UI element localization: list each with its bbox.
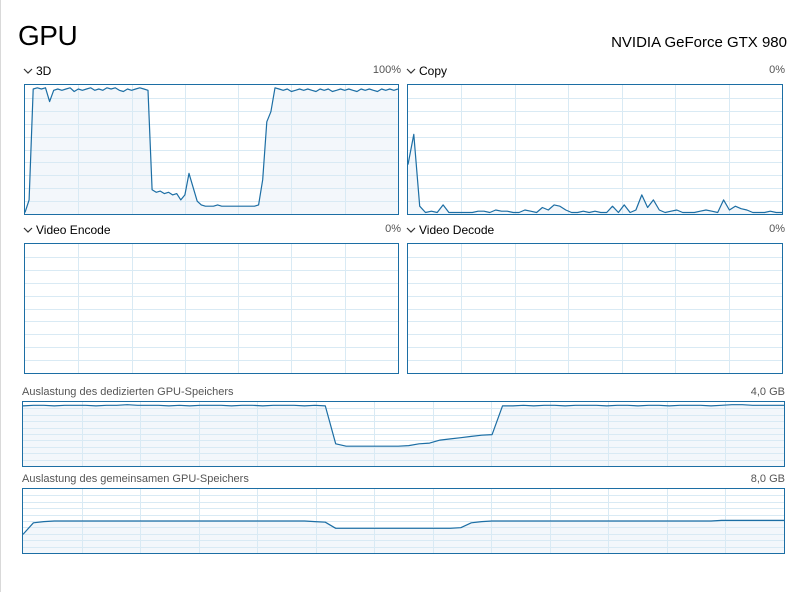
engine-video-decode-value: 0% (769, 223, 785, 235)
chevron-down-icon[interactable] (405, 65, 417, 77)
engine-3d-header: 3D 100% (22, 64, 401, 80)
engine-copy-graph (407, 84, 783, 215)
engine-video-decode-plot (408, 244, 782, 373)
dedicated-memory-plot (23, 402, 784, 466)
shared-memory-area (23, 520, 784, 553)
engine-video-encode-grid (25, 244, 398, 373)
engine-3d-plot (25, 85, 398, 214)
engine-video-decode-grid (408, 244, 782, 373)
engine-video-encode-plot (25, 244, 398, 373)
chevron-down-icon[interactable] (22, 224, 34, 236)
chevron-down-icon[interactable] (22, 65, 34, 77)
engine-3d-label[interactable]: 3D (36, 64, 51, 78)
engine-video-decode-label[interactable]: Video Decode (419, 223, 494, 237)
engine-video-decode-graph (407, 243, 783, 374)
engine-copy-label[interactable]: Copy (419, 64, 447, 78)
engine-copy-header: Copy 0% (405, 64, 785, 80)
dedicated-memory-label: Auslastung des dedizierten GPU-Speichers (22, 386, 234, 398)
engine-copy-grid (408, 85, 782, 214)
shared-memory-label: Auslastung des gemeinsamen GPU-Speichers (22, 473, 249, 485)
shared-memory-plot (23, 489, 784, 553)
engine-copy-series-line (408, 133, 782, 214)
engine-copy-area (408, 134, 782, 214)
shared-memory-header: Auslastung des gemeinsamen GPU-Speichers… (22, 473, 785, 487)
chevron-down-icon[interactable] (405, 224, 417, 236)
engine-video-encode-header: Video Encode 0% (22, 223, 401, 239)
shared-memory-graph (22, 488, 785, 554)
engine-video-encode-value: 0% (385, 223, 401, 235)
engine-video-encode-label[interactable]: Video Encode (36, 223, 111, 237)
dedicated-memory-graph (22, 401, 785, 467)
window-left-edge (0, 0, 1, 592)
dedicated-memory-area (23, 404, 784, 466)
engine-copy-value: 0% (769, 64, 785, 76)
dedicated-memory-header: Auslastung des dedizierten GPU-Speichers… (22, 386, 785, 400)
page-title: GPU (18, 20, 78, 51)
gpu-model-name: NVIDIA GeForce GTX 980 (611, 34, 787, 51)
engine-video-encode-graph (24, 243, 399, 374)
dedicated-memory-value: 4,0 GB (750, 386, 785, 398)
shared-memory-value: 8,0 GB (750, 473, 785, 485)
engine-3d-value: 100% (372, 64, 401, 76)
engine-3d-graph (24, 84, 399, 215)
engine-video-decode-header: Video Decode 0% (405, 223, 785, 239)
engine-copy-plot (408, 85, 782, 214)
